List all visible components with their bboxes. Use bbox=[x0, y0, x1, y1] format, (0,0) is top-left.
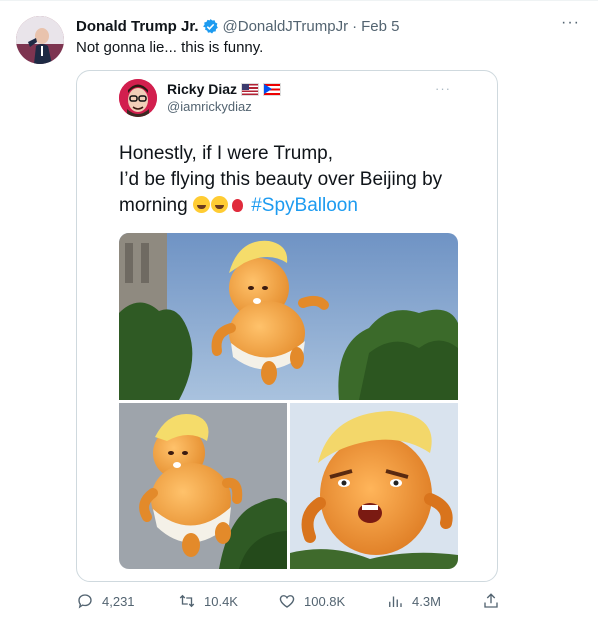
separator-dot: · bbox=[352, 17, 358, 35]
tears-of-joy-emoji-icon bbox=[210, 196, 228, 213]
quote-author-line: Ricky Diaz bbox=[167, 81, 282, 97]
quote-text-line-3: morning bbox=[119, 195, 188, 216]
view-count: 4.3M bbox=[412, 593, 441, 609]
media-image-3[interactable] bbox=[290, 403, 458, 569]
author-handle[interactable]: @DonaldJTrumpJr bbox=[223, 18, 349, 35]
retweet-button[interactable]: 10.4K bbox=[178, 592, 238, 610]
views-button[interactable]: 4.3M bbox=[386, 592, 441, 610]
retweet-count: 10.4K bbox=[204, 593, 238, 609]
balloon-emoji-icon bbox=[231, 199, 243, 212]
quote-author-avatar[interactable] bbox=[119, 79, 157, 117]
tweet-actions-bar: 4,231 10.4K 100.8K 4.3M bbox=[76, 592, 506, 616]
media-image-1[interactable] bbox=[119, 233, 458, 400]
quote-text-line-2: I’d be flying this beauty over Beijing b… bbox=[119, 169, 443, 190]
media-grid bbox=[119, 233, 458, 569]
like-button[interactable]: 100.8K bbox=[278, 592, 345, 610]
author-avatar[interactable] bbox=[16, 16, 64, 64]
quoted-tweet[interactable]: Ricky Diaz @iamrickydiaz ··· Honestly, i… bbox=[76, 70, 498, 582]
puerto-rico-flag-icon bbox=[263, 82, 282, 96]
reply-button[interactable]: 4,231 bbox=[76, 592, 135, 610]
quote-text-line-1: Honestly, if I were Trump, bbox=[119, 143, 333, 164]
reply-count: 4,231 bbox=[102, 593, 135, 609]
tweet-text: Not gonna lie... this is funny. bbox=[76, 39, 264, 56]
tweet-author-line: Donald Trump Jr. @DonaldJTrumpJr · Feb 5 bbox=[76, 16, 399, 36]
retweet-icon bbox=[179, 594, 195, 608]
share-icon bbox=[484, 593, 498, 608]
hashtag-link[interactable]: #SpyBalloon bbox=[251, 195, 358, 216]
quote-author-name[interactable]: Ricky Diaz bbox=[167, 81, 237, 97]
views-icon bbox=[389, 596, 402, 607]
reply-icon bbox=[78, 594, 92, 609]
media-image-2[interactable] bbox=[119, 403, 287, 569]
us-flag-icon bbox=[241, 82, 260, 96]
grinning-sweat-emoji-icon bbox=[192, 196, 210, 213]
quote-more-icon: ··· bbox=[435, 81, 451, 96]
share-button[interactable] bbox=[482, 592, 500, 610]
like-count: 100.8K bbox=[304, 593, 346, 609]
quote-text: Honestly, if I were Trump, I’d be flying… bbox=[119, 141, 459, 219]
more-icon[interactable]: ··· bbox=[561, 14, 580, 32]
tweet-date[interactable]: Feb 5 bbox=[361, 18, 399, 35]
author-name[interactable]: Donald Trump Jr. bbox=[76, 18, 199, 35]
quote-author-handle[interactable]: @iamrickydiaz bbox=[167, 99, 252, 114]
like-icon bbox=[279, 595, 295, 608]
verified-badge-icon bbox=[202, 18, 219, 35]
top-divider bbox=[0, 0, 598, 1]
